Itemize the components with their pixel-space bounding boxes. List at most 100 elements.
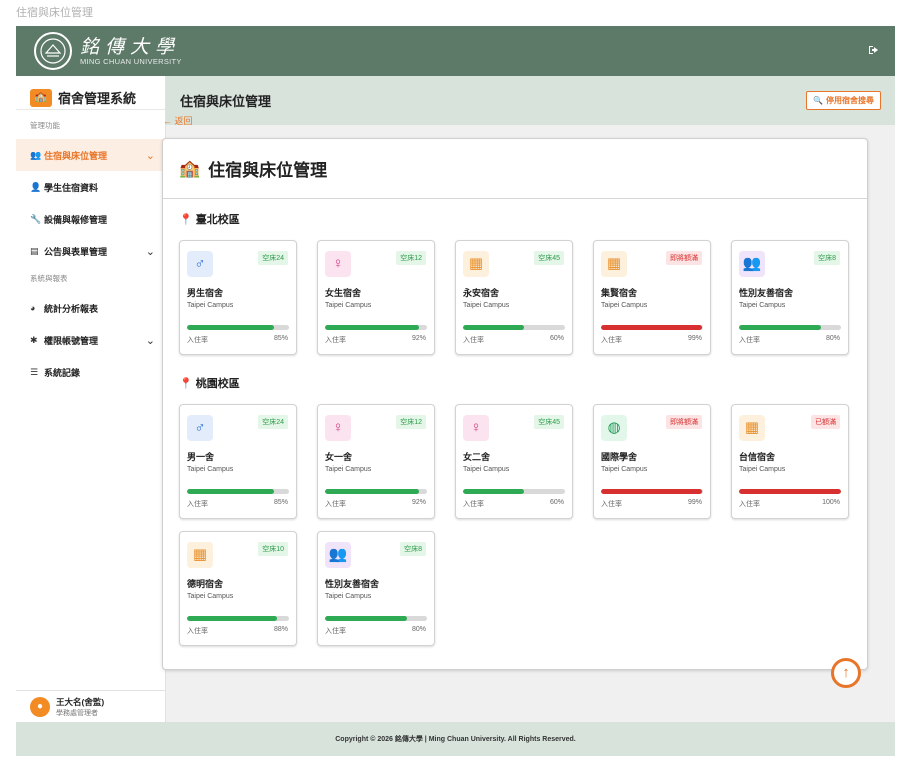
dorm-name: 女二舍 bbox=[463, 452, 491, 462]
occupancy-label: 入住率 bbox=[463, 501, 484, 508]
sidebar-item-repairs[interactable]: 🔧 設備與報修管理 bbox=[16, 203, 165, 235]
occupancy-bar-fill bbox=[463, 325, 525, 330]
chevron-down-icon: ⌄ bbox=[145, 245, 155, 258]
occupancy-bar bbox=[463, 489, 565, 494]
occupancy-value: 80% bbox=[825, 335, 840, 342]
occupancy-label: 入住率 bbox=[739, 501, 760, 508]
occupancy-value: 60% bbox=[549, 335, 564, 342]
female-icon: ♀ bbox=[463, 415, 489, 441]
dorm-campus-en: Taipei Campus bbox=[187, 302, 234, 309]
sidebar-item-accommodation[interactable]: 👥 住宿與床位管理 ⌄ bbox=[16, 139, 165, 171]
globe-icon: ◍ bbox=[601, 415, 627, 441]
occupancy-bar-fill bbox=[187, 616, 277, 621]
disabled-dorm-search-button[interactable]: 🔍 停用宿舍搜尋 bbox=[806, 91, 881, 110]
occupancy-bar bbox=[187, 616, 289, 621]
dorm-name: 德明宿舍 bbox=[187, 579, 224, 589]
occupancy-bar bbox=[463, 325, 565, 330]
occupancy-bar bbox=[325, 616, 427, 621]
occupancy-bar bbox=[601, 489, 703, 494]
occupancy-bar-fill bbox=[739, 325, 821, 330]
dorm-card[interactable]: ♂ 空床24 男生宿舍 Taipei Campus 入住率 85% bbox=[179, 240, 297, 355]
dorm-card[interactable]: ▦ 空床10 德明宿舍 Taipei Campus 入住率 88% bbox=[179, 531, 297, 646]
building-icon: ▦ bbox=[187, 542, 213, 568]
occupancy-value: 60% bbox=[549, 499, 564, 506]
school-icon: 🏫 bbox=[179, 158, 201, 178]
occupancy-bar bbox=[739, 489, 841, 494]
disabled-dorm-search-label: 停用宿舍搜尋 bbox=[826, 96, 874, 105]
sidebar-item-logs[interactable]: ☰ 系統記錄 bbox=[16, 356, 165, 388]
campus-title: 📍 臺北校區 bbox=[179, 211, 240, 227]
dorm-name: 性別友善宿舍 bbox=[325, 579, 380, 589]
dorm-name: 男生宿舍 bbox=[187, 288, 224, 298]
vacancy-badge: 即將額滿 bbox=[666, 415, 702, 429]
vacancy-badge: 空床8 bbox=[400, 542, 426, 556]
occupancy-value: 99% bbox=[687, 335, 702, 342]
dorm-campus-en: Taipei Campus bbox=[463, 302, 510, 309]
sidebar-item-student-records[interactable]: 👤 學生住宿資料 bbox=[16, 171, 165, 203]
occupancy-bar bbox=[187, 325, 289, 330]
dorm-campus-en: Taipei Campus bbox=[187, 593, 234, 600]
sidebar-item-statistics[interactable]: ◕ 統計分析報表 bbox=[16, 292, 165, 324]
occupancy-label: 入住率 bbox=[325, 628, 346, 635]
dorm-panel: 🏫 住宿與床位管理 📍 臺北校區 ♂ 空床24 男生宿舍 Taipei Campus 入住率… bbox=[162, 138, 868, 670]
top-bar: 銘傳大學 MING CHUAN UNIVERSITY bbox=[16, 26, 895, 76]
arrow-left-icon: ← bbox=[163, 116, 172, 126]
occupancy-bar bbox=[739, 325, 841, 330]
campus-name: 臺北校區 bbox=[195, 214, 240, 226]
brand-name-en: MING CHUAN UNIVERSITY bbox=[80, 56, 182, 66]
occupancy-label: 入住率 bbox=[187, 337, 208, 344]
vacancy-badge: 空床8 bbox=[814, 251, 840, 265]
dorm-card[interactable]: 👥 空床8 性別友善宿舍 Taipei Campus 入住率 80% bbox=[317, 531, 435, 646]
sidebar-item-accounts[interactable]: ✱ 權限帳號管理 ⌄ bbox=[16, 324, 165, 356]
dorm-card[interactable]: ◍ 即將額滿 國際學舍 Taipei Campus 入住率 99% bbox=[593, 404, 711, 519]
user-name: 王大名(舍監) bbox=[56, 696, 105, 707]
document-icon: ▤ bbox=[30, 245, 39, 256]
chevron-down-icon: ⌄ bbox=[145, 334, 155, 347]
male-icon: ♂ bbox=[187, 251, 213, 277]
arrow-up-icon: ↑ bbox=[842, 664, 850, 681]
building-icon: ▦ bbox=[601, 251, 627, 277]
sidebar-item-announcements[interactable]: ▤ 公告與表單管理 ⌄ bbox=[16, 235, 165, 267]
system-name: 宿舍管理系統 bbox=[58, 91, 137, 106]
dorm-card[interactable]: ♀ 空床12 女一舍 Taipei Campus 入住率 92% bbox=[317, 404, 435, 519]
back-label: 返回 bbox=[174, 116, 193, 126]
sidebar-item-label: 設備與報修管理 bbox=[44, 214, 108, 225]
brand[interactable]: 銘傳大學 MING CHUAN UNIVERSITY bbox=[34, 32, 182, 70]
back-link[interactable]: ← 返回 bbox=[163, 114, 193, 127]
vacancy-badge: 空床45 bbox=[534, 415, 564, 429]
dorm-campus-en: Taipei Campus bbox=[325, 593, 372, 600]
occupancy-bar bbox=[325, 325, 427, 330]
dorm-campus-en: Taipei Campus bbox=[601, 466, 648, 473]
dorm-card[interactable]: ♀ 空床45 女二舍 Taipei Campus 入住率 60% bbox=[455, 404, 573, 519]
occupancy-bar-fill bbox=[739, 489, 841, 494]
dorm-card[interactable]: ♀ 空床12 女生宿舍 Taipei Campus 入住率 92% bbox=[317, 240, 435, 355]
dorm-name: 台信宿舍 bbox=[739, 452, 776, 462]
user-role: 學務處管理者 bbox=[56, 709, 98, 717]
dorm-campus-en: Taipei Campus bbox=[739, 302, 786, 309]
dorm-card[interactable]: 👥 空床8 性別友善宿舍 Taipei Campus 入住率 80% bbox=[731, 240, 849, 355]
dorm-card[interactable]: ▦ 即將額滿 集賢宿舍 Taipei Campus 入住率 99% bbox=[593, 240, 711, 355]
occupancy-bar bbox=[325, 489, 427, 494]
scroll-to-top-button[interactable]: ↑ bbox=[831, 658, 861, 688]
occupancy-label: 入住率 bbox=[739, 337, 760, 344]
header-title: 住宿與床位管理 bbox=[180, 94, 272, 109]
user-profile[interactable]: ● 王大名(舍監) 學務處管理者 bbox=[16, 690, 166, 722]
dorm-name: 永安宿舍 bbox=[463, 288, 500, 298]
vacancy-badge: 空床24 bbox=[258, 251, 288, 265]
list-icon: ☰ bbox=[30, 366, 39, 377]
occupancy-value: 99% bbox=[687, 499, 702, 506]
chevron-down-icon: ⌄ bbox=[145, 149, 155, 162]
dorm-card[interactable]: ▦ 空床45 永安宿舍 Taipei Campus 入住率 60% bbox=[455, 240, 573, 355]
occupancy-bar bbox=[601, 325, 703, 330]
occupancy-bar bbox=[187, 489, 289, 494]
vacancy-badge: 空床10 bbox=[258, 542, 288, 556]
occupancy-value: 85% bbox=[273, 335, 288, 342]
occupancy-label: 入住率 bbox=[187, 628, 208, 635]
dorm-card[interactable]: ♂ 空床24 男一舍 Taipei Campus 入住率 85% bbox=[179, 404, 297, 519]
dorm-name: 國際學舍 bbox=[601, 452, 638, 462]
dorm-card[interactable]: ▦ 已額滿 台信宿舍 Taipei Campus 入住率 100% bbox=[731, 404, 849, 519]
occupancy-bar-fill bbox=[325, 489, 419, 494]
vacancy-badge: 空床24 bbox=[258, 415, 288, 429]
building-icon: ▦ bbox=[739, 415, 765, 441]
logout-icon[interactable] bbox=[868, 45, 879, 58]
